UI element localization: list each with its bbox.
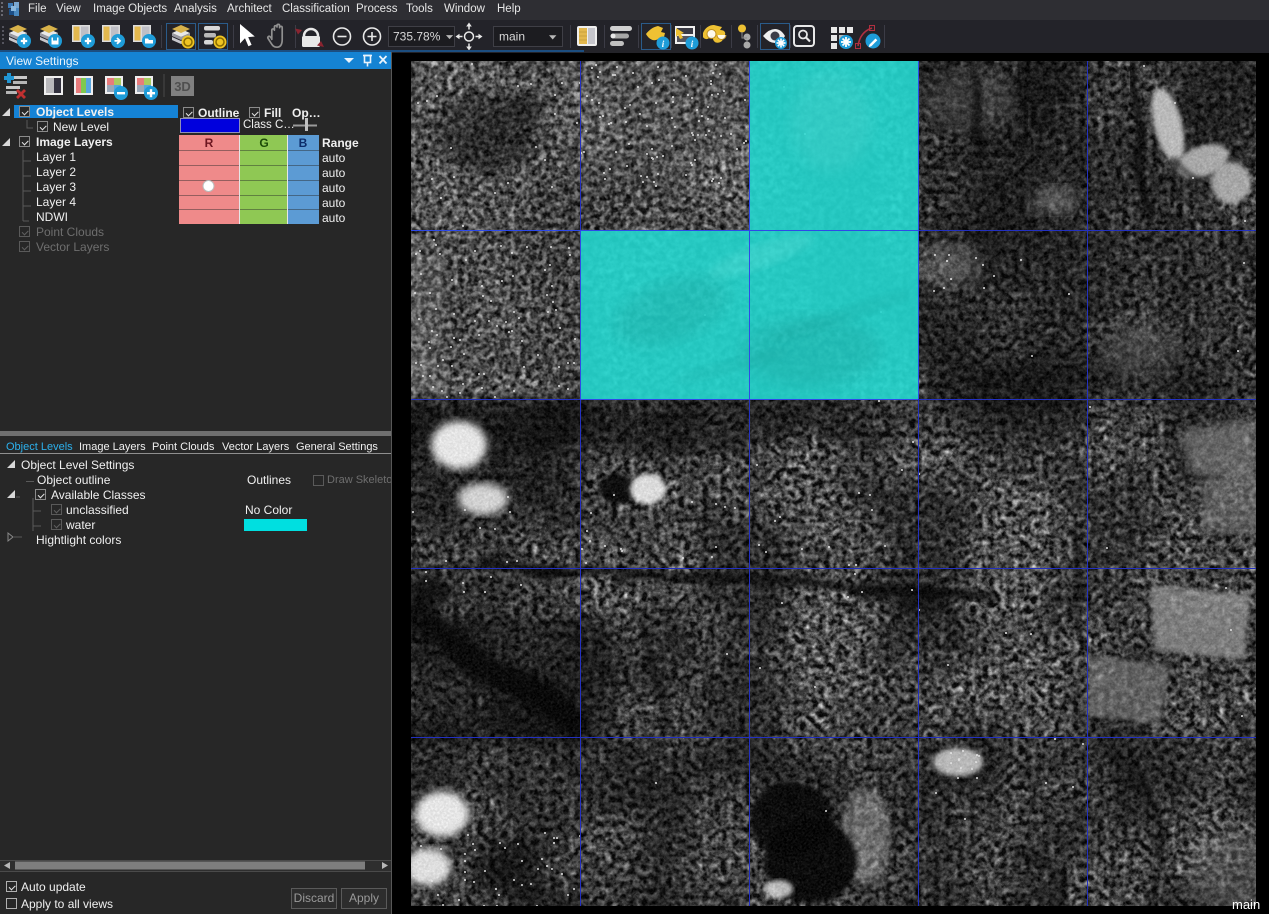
svg-text:B: B — [299, 136, 308, 150]
svg-text:main: main — [499, 30, 525, 44]
svg-text:R: R — [205, 136, 214, 150]
svg-text:3D: 3D — [174, 79, 191, 94]
svg-text:G: G — [259, 136, 268, 150]
svg-text:735.78%: 735.78% — [393, 30, 441, 44]
